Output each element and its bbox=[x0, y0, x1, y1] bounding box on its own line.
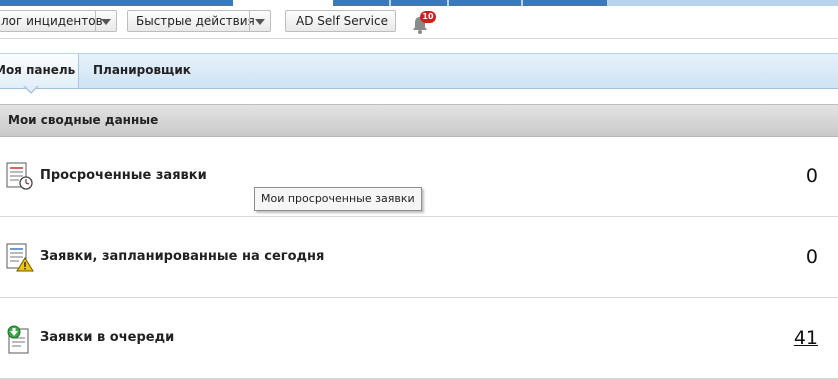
requests-due-today-icon bbox=[6, 243, 34, 272]
notification-count-badge[interactable]: 10 bbox=[420, 11, 436, 23]
row-label: Просроченные заявки bbox=[40, 168, 207, 183]
quick-actions-dropdown[interactable]: Быстрые действия bbox=[127, 10, 271, 32]
summary-section-header: Мои сводные данные bbox=[0, 104, 838, 137]
row-count: 0 bbox=[805, 165, 818, 187]
active-tab-indicator-fill bbox=[25, 86, 37, 92]
row-count: 0 bbox=[805, 246, 818, 268]
quick-actions-dropdown-toggle[interactable] bbox=[249, 11, 270, 31]
ad-self-service-button[interactable]: AD Self Service bbox=[285, 10, 396, 32]
row-label: Заявки, запланированные на сегодня bbox=[40, 249, 325, 264]
row-label: Заявки в очереди bbox=[40, 330, 175, 345]
chevron-down-icon bbox=[101, 19, 111, 25]
summary-row-in-queue: Заявки в очереди 41 bbox=[0, 298, 838, 379]
queue-count-link[interactable]: 41 bbox=[794, 327, 818, 349]
section-title: Мои сводные данные bbox=[8, 113, 159, 127]
overdue-requests-icon bbox=[6, 162, 33, 190]
chevron-down-icon bbox=[255, 19, 265, 25]
incident-catalog-dropdown[interactable]: лог инцидентов bbox=[0, 10, 117, 32]
tab-my-panel[interactable]: Моя панель bbox=[0, 54, 79, 88]
summary-row-due-today: Заявки, запланированные на сегодня 0 bbox=[0, 217, 838, 298]
quick-actions-label: Быстрые действия bbox=[136, 14, 255, 28]
tooltip: Мои просроченные заявки bbox=[254, 187, 422, 211]
requests-in-queue-icon bbox=[7, 325, 29, 354]
incident-catalog-dropdown-toggle[interactable] bbox=[95, 11, 116, 31]
tab-scheduler[interactable]: Планировщик bbox=[93, 54, 191, 88]
dashboard-tabs: Моя панель Планировщик bbox=[0, 53, 838, 89]
toolbar: лог инцидентов Быстрые действия AD Self … bbox=[0, 6, 838, 39]
